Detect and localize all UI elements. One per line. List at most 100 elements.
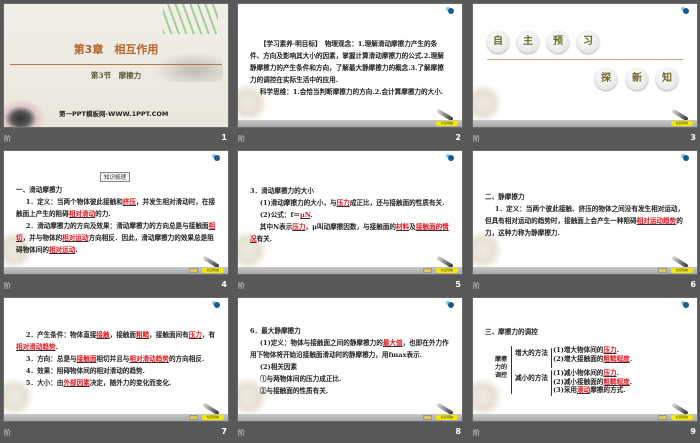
highlighted-answer: 相对滑动趋势 xyxy=(16,343,56,351)
tree-root: 摩擦力的调控 xyxy=(495,356,508,379)
flower-decoration xyxy=(473,377,503,417)
slide-thumbnail-8[interactable]: 6．最大静摩擦力 (1)定义：物体与接触面之间的静摩擦力的最大值，也即在外力作用下… xyxy=(237,297,463,443)
text-run: ，并与物体的 xyxy=(22,234,63,242)
nav-button[interactable]: 栏目导航 xyxy=(436,268,458,273)
nav-button[interactable]: 栏目导航 xyxy=(671,121,693,126)
speaker-icon xyxy=(683,155,689,161)
text-run: (1)定义：物体与接触面之间的静摩擦力的 xyxy=(259,339,383,347)
back-button[interactable] xyxy=(658,415,667,420)
text-run: 【学习素养·明目标】 物理观念：1.理解滑动摩擦力产生的条件、方向及影响其大小的… xyxy=(250,40,444,84)
paragraph: (2)减小接触面的粗糙程度. xyxy=(553,378,685,387)
title-circle: 习 xyxy=(577,31,599,53)
text-run: . xyxy=(616,346,619,354)
slide-number: 5 xyxy=(455,280,461,289)
speaker-icon xyxy=(683,8,689,14)
slide-number: 9 xyxy=(690,427,696,436)
text-run: 决定，随外力的变化而变化. xyxy=(89,379,172,387)
back-button[interactable] xyxy=(423,415,432,420)
slide-footer-bar: 栏目导航 xyxy=(238,414,462,421)
transition-icon: 阶 xyxy=(238,429,245,437)
slide-footer-bar: 栏目导航 xyxy=(473,120,697,127)
nav-button[interactable]: 栏目导航 xyxy=(202,268,224,273)
text-run: (2)相关因素 xyxy=(259,363,298,371)
paragraph: 6．最大静摩擦力 xyxy=(250,325,450,337)
decrease-items: (1)减小物体间的压力. (2)减小接触面的粗糙程度. (3)采用滚动摩擦的方式. xyxy=(553,369,685,395)
back-button[interactable] xyxy=(423,268,432,273)
transition-icon: 阶 xyxy=(4,282,11,290)
nav-button[interactable]: 栏目导航 xyxy=(671,415,693,420)
transition-icon: 阶 xyxy=(238,282,245,290)
slide-thumbnail-4[interactable]: 知识梳理 一、滑动摩擦力 1．定义：当两个物体彼此接触和挤压，并发生相对滑动时，在… xyxy=(3,150,229,296)
highlighted-answer: 相对运动 xyxy=(62,234,89,242)
slide-canvas: 【学习素养·明目标】 物理观念：1.理解滑动摩擦力产生的条件、方向及影响其大小的… xyxy=(237,3,463,128)
paragraph: ①与两物体间的压力成正比. xyxy=(250,373,450,385)
text-run: 2．滑动摩擦力的方向及效果：滑动摩擦力的方向总是与接触面 xyxy=(25,222,209,230)
transition-icon: 阶 xyxy=(473,282,480,290)
title-circle: 知 xyxy=(656,68,678,90)
speaker-icon xyxy=(448,155,454,161)
text-run: . xyxy=(55,343,58,351)
slide-thumbnail-7[interactable]: 2．产生条件：物体直接接触，接触面粗糙，接触面间有压力，有相对滑动趋势. 3．方向… xyxy=(3,297,229,443)
nav-button[interactable]: 栏目导航 xyxy=(671,268,693,273)
back-button[interactable]: 返回 xyxy=(189,268,198,273)
slide-body: 一、滑动摩擦力 1．定义：当两个物体彼此接触和挤压，并发生相对滑动时，在接触面上产… xyxy=(16,184,216,256)
paragraph: 2．产生条件：物体直接接触，接触面粗糙，接触面间有压力，有相对滑动趋势. xyxy=(16,329,216,353)
willow-decoration xyxy=(163,4,218,34)
text-run: 4．效果：阻碍物体间的相对滑动的趋势. xyxy=(25,367,145,375)
slide-heading: 三、摩擦力的调控 xyxy=(485,326,685,338)
highlighted-answer: 压力 xyxy=(603,369,617,377)
paragraph: (1)定义：物体与接触面之间的静摩擦力的最大值，也即在外力作用下物体将开始沿接触… xyxy=(250,337,450,361)
paragraph: 科学思维：1.会恰当判断摩擦力的方向.2.会计算摩擦力的大小. xyxy=(250,86,450,98)
paragraph: (1)增大物体间的压力. xyxy=(553,346,685,355)
slide-thumbnail-2[interactable]: 【学习素养·明目标】 物理观念：1.理解滑动摩擦力产生的条件、方向及影响其大小的… xyxy=(237,3,463,149)
site-watermark: 第一PPT模板网-WWW.1PPT.COM xyxy=(59,110,169,118)
paragraph: 1．定义：当两个物体彼此接触和挤压，并发生相对滑动时，在接触面上产生的阻碍相对滑… xyxy=(16,196,216,220)
brace xyxy=(551,370,552,396)
transition-icon: 阶 xyxy=(238,135,245,143)
title-divider xyxy=(487,59,683,60)
slide-canvas: 3．滑动摩擦力的大小 (1)滑动摩擦力的大小，与压力成正比，还与接触面的性质有关.… xyxy=(237,150,463,275)
highlighted-answer: 压力 xyxy=(603,346,617,354)
paragraph: 1．定义：当两个彼此接触、挤压的物体之间没有发生相对运动，但具有相对运动的趋势时… xyxy=(485,203,685,239)
slide-thumbnail-3[interactable]: 自 主 预 习 探 新 知 栏目导航 阶 3 xyxy=(472,3,698,149)
nav-button[interactable]: 栏目导航 xyxy=(436,121,458,126)
slide-thumbnail-9[interactable]: 三、摩擦力的调控 摩擦力的调控 增大的方法 减小的方法 (1)增大物体间的压力.… xyxy=(472,297,698,443)
text-run: . xyxy=(616,369,619,377)
title-circle: 探 xyxy=(595,68,617,90)
slide-number: 3 xyxy=(690,133,696,142)
paragraph: (1)滑动摩擦力的大小，与压力成正比，还与接触面的性质有关. xyxy=(250,197,450,209)
lotus-decoration xyxy=(4,99,46,127)
slide-number: 7 xyxy=(221,427,227,436)
slide-body: 2．产生条件：物体直接接触，接触面粗糙，接触面间有压力，有相对滑动趋势. 3．方向… xyxy=(16,329,216,389)
highlighted-answer: 接触面 xyxy=(76,355,97,363)
slide-body: 【学习素养·明目标】 物理观念：1.理解滑动摩擦力产生的条件、方向及影响其大小的… xyxy=(250,38,450,98)
text-run: 6．最大静摩擦力 xyxy=(250,327,301,335)
text-run: 成正比，还与接触面的性质有关. xyxy=(349,199,445,207)
slide-footer-bar: 返回栏目导航 xyxy=(4,267,228,274)
paragraph: (3)采用滚动摩擦的方式. xyxy=(553,386,685,395)
nav-button[interactable]: 栏目导航 xyxy=(436,415,458,420)
text-run: ，有 xyxy=(201,331,216,339)
nav-button[interactable]: 栏目导航 xyxy=(202,415,224,420)
slide-footer-bar: 栏目导航 xyxy=(473,414,697,421)
slide-thumbnail-1[interactable]: 第3章 相互作用 第3节 摩擦力 第一PPT模板网-WWW.1PPT.COM 阶… xyxy=(3,3,229,149)
slide-thumbnail-6[interactable]: 二、静摩擦力 1．定义：当两个彼此接触、挤压的物体之间没有发生相对运动，但具有相对… xyxy=(472,150,698,296)
text-run: 摩擦的方式. xyxy=(590,386,626,394)
text-run: (2)增大接触面的 xyxy=(553,354,604,363)
text-run: ，接触面间有 xyxy=(149,331,189,339)
paragraph: 5．大小：由外部因素决定，随外力的变化而变化. xyxy=(16,377,216,389)
text-run: 及 xyxy=(409,223,416,231)
text-run: 2．产生条件：物体直接 xyxy=(25,331,97,339)
highlighted-answer: 压力 xyxy=(292,223,306,231)
paragraph: (2)增大接触面的粗糙程度. xyxy=(553,355,685,364)
slide-number: 2 xyxy=(455,133,461,142)
slide-number: 8 xyxy=(455,427,461,436)
text-run: 一、滑动摩擦力 xyxy=(16,186,63,194)
slide-canvas: 第3章 相互作用 第3节 摩擦力 第一PPT模板网-WWW.1PPT.COM xyxy=(3,3,229,128)
back-button[interactable] xyxy=(189,415,198,420)
back-button[interactable] xyxy=(658,268,667,273)
paragraph: 4．效果：阻碍物体间的相对滑动的趋势. xyxy=(16,365,216,377)
paragraph: (2)公式：f＝μN. xyxy=(250,209,450,221)
chapter-title: 第3章 相互作用 xyxy=(73,43,159,56)
slide-thumbnail-5[interactable]: 3．滑动摩擦力的大小 (1)滑动摩擦力的大小，与压力成正比，还与接触面的性质有关.… xyxy=(237,150,463,296)
